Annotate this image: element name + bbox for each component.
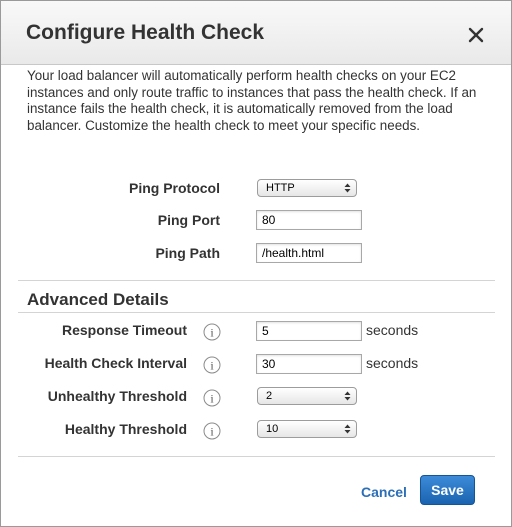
footer-divider	[18, 456, 495, 457]
info-icon[interactable]: i	[203, 356, 221, 374]
info-icon[interactable]: i	[203, 389, 221, 407]
section-divider	[18, 312, 495, 313]
dialog-header: Configure Health Check	[1, 1, 511, 65]
close-icon[interactable]	[466, 25, 486, 45]
unhealthy-threshold-value: 2	[266, 390, 273, 402]
health-check-interval-input[interactable]: 30	[256, 354, 362, 374]
health-check-interval-label: Health Check Interval	[44, 355, 187, 371]
unhealthy-threshold-select[interactable]: 2	[257, 387, 357, 405]
select-arrows-icon	[344, 183, 351, 193]
dialog-title: Configure Health Check	[26, 21, 265, 44]
ping-port-label: Ping Port	[157, 212, 220, 228]
configure-health-check-dialog: Configure Health Check Your load balance…	[0, 0, 512, 527]
healthy-threshold-select[interactable]: 10	[257, 420, 357, 438]
ping-protocol-select[interactable]: HTTP	[257, 179, 357, 197]
healthy-threshold-label: Healthy Threshold	[64, 421, 187, 437]
ping-protocol-value: HTTP	[266, 182, 295, 194]
advanced-details-title: Advanced Details	[27, 290, 169, 309]
dialog-description: Your load balancer will automatically pe…	[27, 68, 477, 133]
select-arrows-icon	[344, 391, 351, 401]
select-arrows-icon	[344, 424, 351, 434]
info-icon[interactable]: i	[203, 422, 221, 440]
ping-path-label: Ping Path	[155, 245, 220, 261]
ping-port-input[interactable]: 80	[256, 210, 362, 230]
ping-path-input[interactable]: /health.html	[256, 243, 362, 263]
response-timeout-unit: seconds	[366, 322, 419, 338]
save-button[interactable]: Save	[420, 475, 475, 505]
healthy-threshold-value: 10	[266, 423, 279, 435]
unhealthy-threshold-label: Unhealthy Threshold	[47, 388, 187, 404]
ping-protocol-label: Ping Protocol	[129, 180, 220, 196]
health-check-interval-unit: seconds	[366, 355, 419, 371]
response-timeout-label: Response Timeout	[62, 322, 187, 338]
response-timeout-input[interactable]: 5	[256, 321, 362, 341]
info-icon[interactable]: i	[203, 323, 221, 341]
cancel-button[interactable]: Cancel	[361, 484, 407, 500]
divider	[18, 280, 495, 281]
